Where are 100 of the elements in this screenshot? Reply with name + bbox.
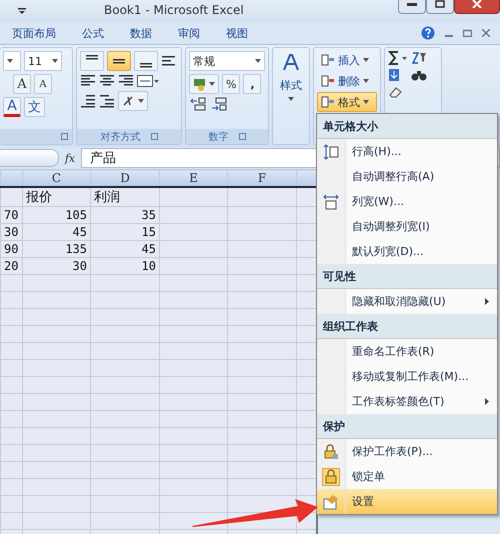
ribbon-tab[interactable]: 视图 xyxy=(224,24,250,42)
table-cell: 135 xyxy=(22,240,90,258)
dialog-launcher-icon[interactable] xyxy=(61,133,68,140)
column-width-icon xyxy=(323,194,339,210)
table-cell: 利润 xyxy=(90,187,160,206)
close-button[interactable] xyxy=(454,0,500,14)
merge-cells-icon[interactable] xyxy=(137,75,159,87)
font-color-button[interactable]: A xyxy=(3,97,21,117)
lock-icon xyxy=(322,468,340,486)
cells-button[interactable]: 删除 xyxy=(317,71,377,91)
menu-section-title: 单元格大小 xyxy=(317,114,497,139)
orientation-button[interactable] xyxy=(118,91,148,111)
table-cell: 70 xyxy=(0,206,22,224)
maximize-icon xyxy=(435,0,445,8)
font-name-field[interactable] xyxy=(3,51,21,71)
table-cell: 90 xyxy=(0,240,22,258)
shrink-font-button[interactable]: A xyxy=(34,74,52,94)
align-right-icon[interactable] xyxy=(118,74,134,88)
cells-icon xyxy=(321,53,335,67)
dropdown-icon[interactable] xyxy=(255,59,261,63)
maximize-button[interactable] xyxy=(426,0,454,14)
ribbon-tab[interactable]: 页面布局 xyxy=(10,24,58,42)
ribbon-tab[interactable]: 公式 xyxy=(80,24,106,42)
increase-decimal-icon[interactable] xyxy=(189,97,207,111)
sum-icon[interactable] xyxy=(388,51,408,65)
menu-item[interactable]: 重命名工作表(R) xyxy=(317,339,497,364)
caret-icon[interactable] xyxy=(363,79,369,83)
restore-icon[interactable] xyxy=(463,29,472,37)
column-header[interactable]: C xyxy=(22,170,90,187)
group-label: 对齐方式 xyxy=(100,130,140,144)
cells-icon xyxy=(321,74,335,88)
table-cell: 30 xyxy=(0,224,22,240)
dropdown-icon[interactable] xyxy=(52,59,58,63)
align-button[interactable] xyxy=(134,51,158,71)
table-cell: 45 xyxy=(90,240,160,258)
menu-item[interactable]: 锁定单 xyxy=(317,464,497,489)
menu-item[interactable]: 默认列宽(D)... xyxy=(317,239,497,264)
menu-item[interactable]: 移动或复制工作表(M)... xyxy=(317,364,497,389)
help-icon[interactable] xyxy=(421,26,435,40)
window-title: Book1 - Microsoft Excel xyxy=(104,3,244,17)
caret-icon[interactable] xyxy=(363,58,369,62)
percent-button[interactable]: % xyxy=(222,74,240,94)
minimize-icon xyxy=(407,2,417,6)
number-format-field[interactable]: 常规 xyxy=(189,51,265,71)
dialog-launcher-icon[interactable] xyxy=(150,133,158,140)
table-cell: 35 xyxy=(90,206,160,224)
table-cell: 30 xyxy=(22,258,90,274)
currency-button[interactable] xyxy=(189,74,219,94)
customize-toolbar-icon[interactable] xyxy=(18,7,26,15)
increase-indent-icon[interactable] xyxy=(99,94,115,108)
caret-icon[interactable] xyxy=(363,100,369,104)
align-center-icon[interactable] xyxy=(99,74,115,88)
ribbon-tab[interactable]: 数据 xyxy=(128,24,154,42)
table-cell: 45 xyxy=(22,224,90,240)
align-button[interactable] xyxy=(107,51,131,71)
comma-button[interactable]: , xyxy=(243,74,262,94)
menu-item[interactable]: 隐藏和取消隐藏(U) xyxy=(317,289,497,314)
menu-item[interactable]: 保护工作表(P)... xyxy=(317,439,497,464)
menu-item[interactable]: 自动调整列宽(I) xyxy=(317,214,497,239)
align-button[interactable] xyxy=(80,51,104,71)
table-cell: 报价 xyxy=(22,187,90,206)
menu-section-title: 可见性 xyxy=(317,264,497,289)
row-height-icon xyxy=(323,144,339,160)
grow-font-button[interactable]: A xyxy=(13,74,31,94)
column-header[interactable]: E xyxy=(160,170,228,187)
column-header[interactable]: F xyxy=(228,170,296,187)
column-header[interactable]: D xyxy=(90,170,160,187)
menu-section-title: 组织工作表 xyxy=(317,314,497,339)
menu-item[interactable]: 工作表标签颜色(T) xyxy=(317,389,497,414)
caret-icon[interactable] xyxy=(288,97,294,101)
phonetic-button[interactable]: 文 xyxy=(24,97,45,117)
table-cell: 105 xyxy=(22,206,90,224)
font-size-field[interactable]: 11 xyxy=(24,51,62,71)
close-icon[interactable] xyxy=(482,29,490,37)
money-icon xyxy=(193,77,207,91)
format-cells-icon xyxy=(323,494,339,510)
table-cell: 15 xyxy=(90,224,160,240)
caret-icon[interactable] xyxy=(138,99,144,103)
cells-icon xyxy=(321,95,335,109)
cells-button[interactable]: 格式 xyxy=(317,92,377,112)
wrap-text-icon[interactable] xyxy=(161,54,177,68)
decrease-indent-icon[interactable] xyxy=(80,94,96,108)
cells-button[interactable]: 插入 xyxy=(317,50,377,70)
menu-item[interactable]: 列宽(W)... xyxy=(317,189,497,214)
menu-item[interactable]: 设置 xyxy=(317,489,497,514)
function-button[interactable]: fx xyxy=(59,152,81,164)
align-left-icon[interactable] xyxy=(80,74,96,88)
minimize-button[interactable] xyxy=(398,0,426,14)
group-label: 数字 xyxy=(208,130,228,144)
table-cell: 10 xyxy=(90,258,160,274)
decrease-decimal-icon[interactable] xyxy=(210,97,228,111)
ribbon-tab[interactable]: 审阅 xyxy=(176,24,202,42)
table-cell: 20 xyxy=(0,258,22,274)
dialog-launcher-icon[interactable] xyxy=(238,133,246,140)
menu-section-title: 保护 xyxy=(317,414,497,439)
styles-button[interactable]: 样式 xyxy=(280,78,302,93)
lock-icon xyxy=(323,444,339,460)
dropdown-icon[interactable] xyxy=(7,59,13,63)
close-icon xyxy=(472,0,482,8)
caret-icon[interactable] xyxy=(209,82,215,86)
